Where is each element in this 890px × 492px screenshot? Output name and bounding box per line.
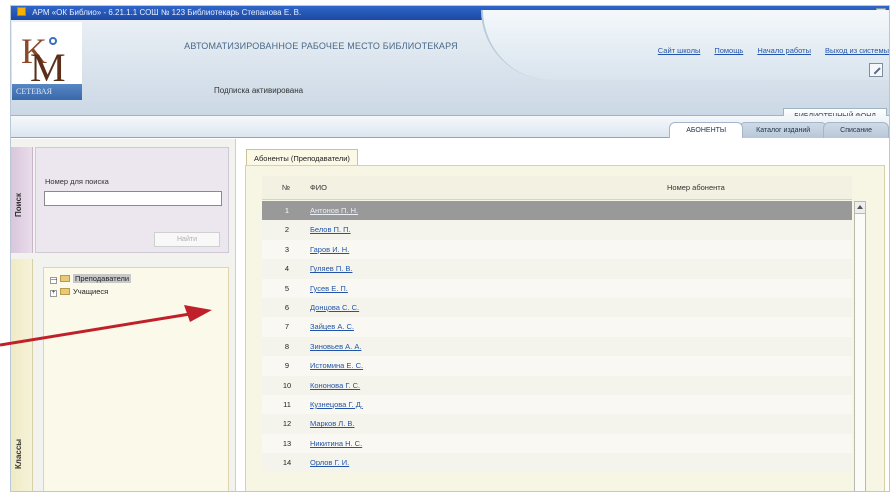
subscriber-name-link[interactable]: Зиновьев А. А. bbox=[310, 342, 361, 351]
search-field-label: Номер для поиска bbox=[45, 177, 109, 186]
subscriber-name-link[interactable]: Белов П. П. bbox=[310, 225, 351, 234]
subscriber-name-link[interactable]: Гуляев П. В. bbox=[310, 264, 352, 273]
table-row[interactable]: 14 Орлов Г. И. bbox=[262, 453, 852, 473]
subscriber-name-link[interactable]: Орлов Г. И. bbox=[310, 458, 349, 467]
tab-subscribers[interactable]: АБОНЕНТЫ bbox=[669, 122, 744, 138]
table-row[interactable]: 4 Гуляев П. В. bbox=[262, 259, 852, 279]
row-number: 2 bbox=[284, 225, 290, 235]
app-window: АРМ «ОК Библио» - 6.21.1.1 СОШ № 123 Биб… bbox=[10, 5, 890, 492]
group-tree: — Преподаватели + Учащиеся bbox=[43, 267, 229, 491]
collapse-icon[interactable]: — bbox=[50, 277, 57, 284]
column-header-card: Номер абонента bbox=[667, 183, 725, 192]
subscribers-panel: № ФИО Номер абонента 1 Антонов П. Н. 2 Бело… bbox=[245, 165, 885, 491]
school-site-link[interactable]: Сайт школы bbox=[658, 46, 701, 55]
subscribers-table: № ФИО Номер абонента 1 Антонов П. Н. 2 Бело… bbox=[262, 176, 868, 491]
tab-subscribers-teachers[interactable]: Абоненты (Преподаватели) bbox=[246, 149, 358, 166]
sidebar: Поиск Номер для поиска Найти Классы — Пре… bbox=[11, 139, 236, 491]
table-row[interactable]: 9 Истомина Е. С. bbox=[262, 356, 852, 376]
app-header: K M CЕТЕВАЯ АВТОМАТИЗИРОВАННОЕ РАБОЧЕЕ М… bbox=[11, 10, 889, 124]
expand-icon[interactable]: + bbox=[50, 290, 57, 297]
row-number: 1 bbox=[284, 206, 290, 215]
logout-link[interactable]: Выход из системы bbox=[825, 46, 889, 55]
getting-started-link[interactable]: Начало работы bbox=[757, 46, 811, 55]
row-number: 7 bbox=[284, 322, 290, 332]
subscriber-name-link[interactable]: Истомина Е. С. bbox=[310, 361, 363, 370]
row-number: 10 bbox=[282, 380, 292, 390]
row-number: 5 bbox=[284, 283, 290, 293]
subscriber-name-link[interactable]: Марков Л. В. bbox=[310, 419, 354, 428]
subscriber-name-link[interactable]: Никитина Н. С. bbox=[310, 439, 362, 448]
table-row[interactable]: 7 Зайцев А. С. bbox=[262, 317, 852, 337]
table-row[interactable]: 13 Никитина Н. С. bbox=[262, 433, 852, 454]
row-number: 14 bbox=[282, 458, 292, 468]
table-row[interactable]: 5 Гусев Е. П. bbox=[262, 278, 852, 298]
table-row[interactable]: 1 Антонов П. Н. bbox=[262, 201, 852, 221]
tab-write-off[interactable]: Списание bbox=[823, 122, 889, 138]
table-row[interactable]: 10 Кононова Г. С. bbox=[262, 375, 852, 395]
folder-icon bbox=[60, 288, 70, 295]
scroll-up-icon[interactable] bbox=[855, 202, 865, 214]
table-body: 1 Антонов П. Н. 2 Белов П. П. 3 Гаров И. Н. 4 Г… bbox=[262, 201, 852, 473]
subscriber-name-link[interactable]: Донцова С. С. bbox=[310, 303, 359, 312]
row-number: 11 bbox=[283, 399, 291, 409]
app-icon bbox=[17, 7, 26, 16]
tree-item-teachers[interactable]: — Преподаватели bbox=[50, 274, 132, 284]
row-number: 12 bbox=[282, 419, 292, 429]
table-row[interactable]: 12 Марков Л. В. bbox=[262, 414, 852, 434]
subscription-status: Подписка активирована bbox=[214, 86, 304, 95]
subscriber-name-link[interactable]: Зайцев А. С. bbox=[310, 322, 354, 331]
search-input[interactable] bbox=[44, 191, 222, 206]
page-title: АВТОМАТИЗИРОВАННОЕ РАБОЧЕЕ МЕСТО БИБЛИОТ… bbox=[184, 41, 458, 51]
column-header-num: № bbox=[282, 183, 291, 192]
subscriber-name-link[interactable]: Гаров И. Н. bbox=[310, 245, 349, 254]
table-row[interactable]: 8 Зиновьев А. А. bbox=[262, 336, 852, 357]
header-decoration bbox=[481, 10, 889, 80]
main-content: Абоненты (Преподаватели) № ФИО Номер або… bbox=[237, 139, 889, 491]
subscriber-name-link[interactable]: Кузнецова Г. Д. bbox=[310, 400, 363, 409]
table-header: № ФИО Номер абонента bbox=[262, 176, 852, 200]
row-number: 13 bbox=[282, 438, 292, 448]
subscriber-name-link[interactable]: Кононова Г. С. bbox=[310, 381, 360, 390]
tab-bar: АБОНЕНТЫ Каталог изданий Списание bbox=[11, 116, 889, 138]
table-row[interactable]: 3 Гаров И. Н. bbox=[262, 239, 852, 260]
top-links: Сайт школы Помощь Начало работы Выход из… bbox=[658, 46, 889, 55]
tab-catalog[interactable]: Каталог изданий bbox=[739, 122, 828, 138]
table-row[interactable]: 6 Донцова С. С. bbox=[262, 297, 852, 318]
table-row[interactable]: 11 Кузнецова Г. Д. bbox=[262, 394, 852, 415]
help-link[interactable]: Помощь bbox=[714, 46, 743, 55]
subscriber-name-link[interactable]: Антонов П. Н. bbox=[310, 206, 358, 215]
row-number: 4 bbox=[284, 264, 290, 274]
logo-emblem: K M bbox=[12, 22, 82, 90]
find-button[interactable]: Найти bbox=[154, 232, 220, 247]
edit-icon[interactable] bbox=[869, 63, 883, 77]
tree-item-students[interactable]: + Учащиеся bbox=[50, 287, 108, 297]
folder-icon bbox=[60, 275, 70, 282]
row-number: 6 bbox=[284, 302, 290, 312]
row-number: 8 bbox=[284, 341, 290, 351]
table-scrollbar[interactable] bbox=[854, 201, 866, 491]
row-number: 3 bbox=[284, 244, 290, 254]
logo: K M CЕТЕВАЯ bbox=[12, 22, 82, 100]
column-header-fio: ФИО bbox=[310, 183, 327, 192]
classes-section-label[interactable]: Классы bbox=[11, 259, 33, 491]
search-panel: Номер для поиска Найти bbox=[35, 147, 229, 253]
search-section-label[interactable]: Поиск bbox=[11, 147, 33, 253]
logo-caption: CЕТЕВАЯ bbox=[12, 84, 82, 100]
subscriber-name-link[interactable]: Гусев Е. П. bbox=[310, 284, 348, 293]
window-title: АРМ «ОК Библио» - 6.21.1.1 СОШ № 123 Биб… bbox=[32, 8, 302, 17]
row-number: 9 bbox=[284, 361, 290, 371]
table-row[interactable]: 2 Белов П. П. bbox=[262, 220, 852, 240]
